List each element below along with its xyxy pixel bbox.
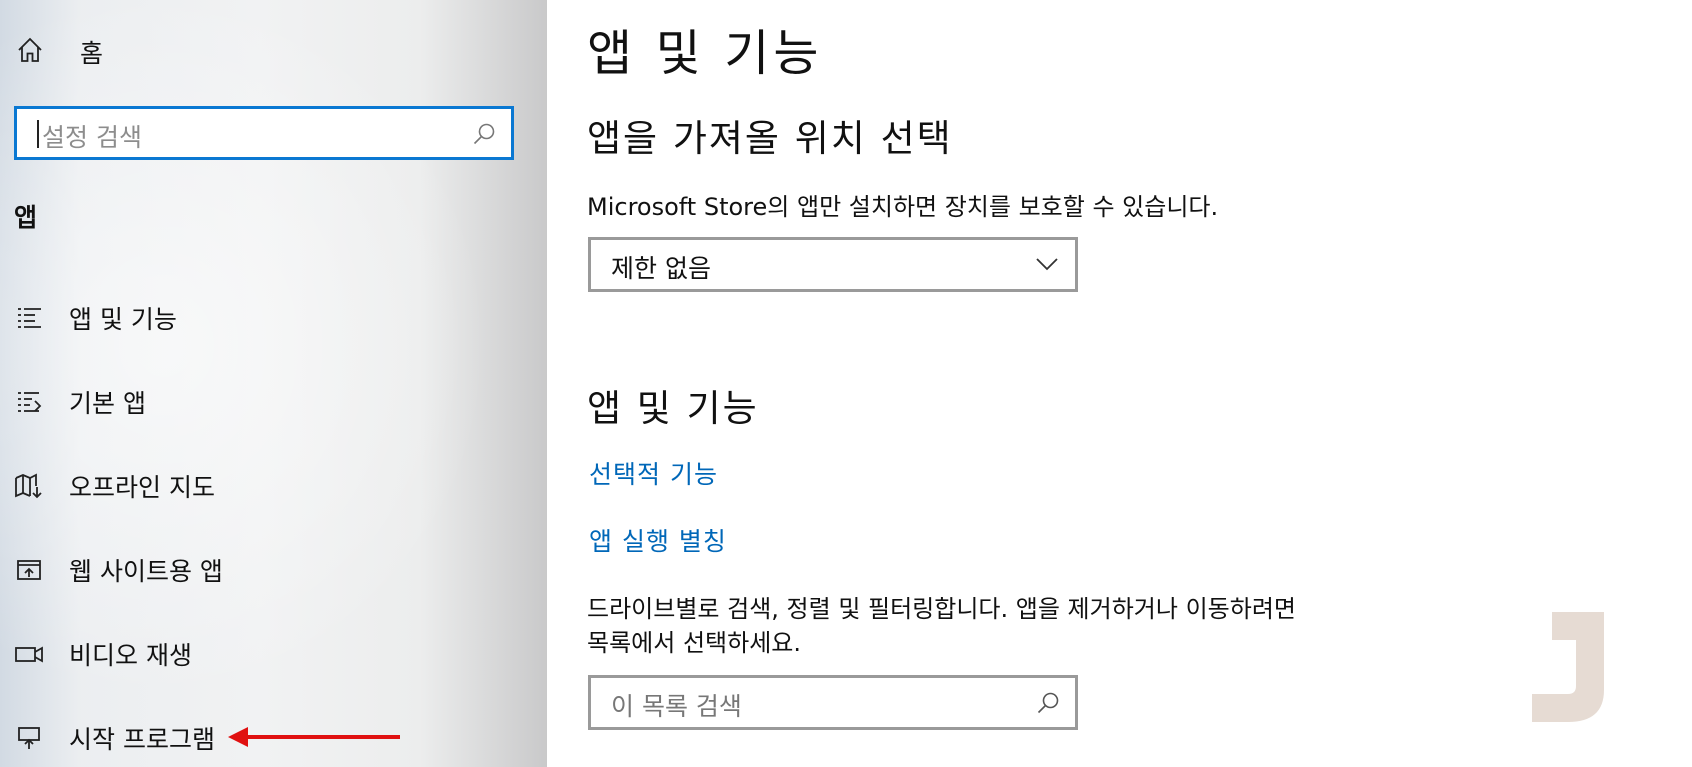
main-content: 앱 및 기능 앱을 가져올 위치 선택 Microsoft Store의 앱만 …	[547, 0, 1692, 767]
video-playback-icon	[14, 639, 44, 669]
app-list-search-input[interactable]: 이 목록 검색	[588, 675, 1078, 730]
sidebar-item-default-apps[interactable]: 기본 앱	[14, 380, 146, 424]
search-icon[interactable]	[1035, 690, 1061, 720]
app-execution-alias-link[interactable]: 앱 실행 별칭	[589, 522, 727, 558]
apps-features-heading: 앱 및 기능	[587, 387, 759, 430]
sidebar-item-label: 오프라인 지도	[69, 473, 215, 502]
sidebar-item-apps-for-websites[interactable]: 웹 사이트용 앱	[14, 548, 223, 592]
sidebar-item-video-playback[interactable]: 비디오 재생	[14, 632, 192, 676]
apps-features-description: 드라이브별로 검색, 정렬 및 필터링합니다. 앱을 제거하거나 이동하려면 목…	[587, 592, 1296, 660]
dropdown-value: 제한 없음	[611, 254, 711, 283]
watermark-logo	[1532, 612, 1604, 722]
chevron-down-icon	[1035, 256, 1059, 276]
home-icon	[16, 36, 44, 68]
sidebar-item-label: 앱 및 기능	[69, 305, 177, 334]
sidebar-item-startup[interactable]: 시작 프로그램	[14, 716, 215, 760]
settings-search-input[interactable]: 설정 검색	[14, 106, 514, 160]
install-source-heading: 앱을 가져올 위치 선택	[587, 117, 953, 160]
sidebar-item-apps-features[interactable]: 앱 및 기능	[14, 296, 177, 340]
home-nav-item[interactable]: 홈	[16, 32, 103, 72]
sidebar: 홈 설정 검색 앱 앱 및 기능 기본 앱 오프라인 지도 웹 사이트용 앱 비…	[0, 0, 547, 767]
startup-icon	[14, 723, 44, 753]
section-title: 앱	[14, 203, 38, 232]
app-list-search-placeholder: 이 목록 검색	[611, 692, 742, 721]
offline-map-icon	[14, 471, 44, 501]
sidebar-item-label: 시작 프로그램	[69, 725, 215, 754]
sidebar-item-label: 기본 앱	[69, 389, 146, 418]
search-icon[interactable]	[471, 121, 497, 151]
page-title: 앱 및 기능	[587, 25, 823, 82]
sidebar-item-label: 비디오 재생	[69, 641, 192, 670]
description-line-1: 드라이브별로 검색, 정렬 및 필터링합니다. 앱을 제거하거나 이동하려면	[587, 595, 1296, 623]
annotation-arrow-icon	[228, 727, 400, 747]
install-source-dropdown[interactable]: 제한 없음	[588, 237, 1078, 292]
web-app-icon	[14, 555, 44, 585]
text-caret	[37, 120, 39, 148]
optional-features-link[interactable]: 선택적 기능	[589, 455, 718, 491]
apps-list-icon	[14, 303, 44, 333]
settings-search-placeholder: 설정 검색	[42, 123, 142, 152]
sidebar-item-offline-maps[interactable]: 오프라인 지도	[14, 464, 215, 508]
install-source-description: Microsoft Store의 앱만 설치하면 장치를 보호할 수 있습니다.	[587, 193, 1219, 221]
home-label: 홈	[80, 39, 104, 68]
default-apps-icon	[14, 387, 44, 417]
description-line-2: 목록에서 선택하세요.	[587, 629, 801, 657]
sidebar-item-label: 웹 사이트용 앱	[69, 557, 223, 586]
